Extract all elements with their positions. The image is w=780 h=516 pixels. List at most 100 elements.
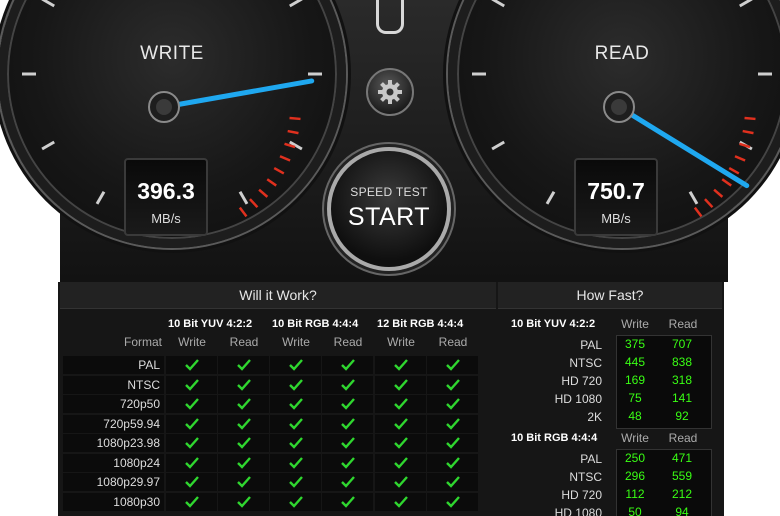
how-fast-read-header: Read xyxy=(668,431,698,445)
check-icon xyxy=(236,456,251,469)
how-fast-write-value: 169 xyxy=(618,372,652,389)
how-fast-write-value: 112 xyxy=(618,486,652,503)
compatibility-cell xyxy=(375,453,426,472)
format-label: PAL xyxy=(63,356,164,374)
write-redline-tick xyxy=(279,155,291,162)
compatibility-cell xyxy=(427,375,478,394)
compatibility-cell xyxy=(375,356,426,374)
compatibility-cell xyxy=(322,492,373,511)
how-fast-write-value: 375 xyxy=(618,336,652,353)
check-icon xyxy=(184,437,199,449)
check-icon xyxy=(184,417,199,430)
format-label: 1080p23.98 xyxy=(63,434,164,452)
check-icon xyxy=(393,495,408,508)
how-fast-write-header: Write xyxy=(621,431,649,445)
write-gauge-title: WRITE xyxy=(140,43,204,64)
will-it-work-title: Will it Work? xyxy=(60,282,496,309)
how-fast-row-label: HD 720 xyxy=(561,488,602,502)
compatibility-cell xyxy=(166,473,217,491)
check-icon xyxy=(184,495,199,508)
read-redline-tick xyxy=(704,198,714,209)
write-redline-tick xyxy=(289,116,301,121)
check-icon xyxy=(340,398,355,410)
compatibility-cell xyxy=(270,375,321,394)
check-icon xyxy=(340,476,355,488)
write-readout: 396.3 MB/s xyxy=(124,158,208,236)
read-redline-tick xyxy=(713,188,724,198)
write-major-tick xyxy=(41,0,55,8)
format-header: Format xyxy=(123,335,162,349)
how-fast-write-value: 250 xyxy=(618,450,652,467)
read-redline-tick xyxy=(742,129,754,135)
how-fast-write-value: 296 xyxy=(618,468,652,485)
will-work-group-header: 10 Bit YUV 4:2:2 xyxy=(168,318,253,330)
how-fast-read-value: 94 xyxy=(665,504,699,516)
compatibility-cell xyxy=(375,395,426,413)
how-fast-row-label: 2K xyxy=(587,410,602,424)
write-needle xyxy=(161,78,315,110)
how-fast-read-value: 212 xyxy=(665,486,699,503)
how-fast-row-label: HD 1080 xyxy=(554,506,602,516)
how-fast-row-label: NTSC xyxy=(569,470,602,484)
read-major-tick xyxy=(688,191,699,205)
check-icon xyxy=(393,476,408,488)
compatibility-cell xyxy=(427,356,478,374)
check-icon xyxy=(340,456,355,469)
compatibility-cell xyxy=(375,434,426,452)
check-icon xyxy=(445,398,460,410)
check-icon xyxy=(288,495,303,508)
read-hub-cap xyxy=(611,99,627,115)
how-fast-read-value: 141 xyxy=(665,390,699,407)
compatibility-cell xyxy=(166,414,217,433)
compatibility-cell xyxy=(270,473,321,491)
how-fast-row-label: PAL xyxy=(580,338,602,352)
check-icon xyxy=(288,476,303,488)
check-icon xyxy=(340,495,355,508)
write-redline-tick xyxy=(287,129,299,135)
will-work-read-header: Read xyxy=(333,335,363,349)
how-fast-read-value: 707 xyxy=(665,336,699,353)
check-icon xyxy=(184,398,199,410)
check-icon xyxy=(184,378,199,391)
logo-mark xyxy=(376,0,404,34)
check-icon xyxy=(445,476,460,488)
check-icon xyxy=(393,378,408,391)
read-major-tick xyxy=(739,0,753,8)
compatibility-cell xyxy=(322,414,373,433)
check-icon xyxy=(184,456,199,469)
check-icon xyxy=(236,495,251,508)
check-icon xyxy=(340,378,355,391)
how-fast-write-value: 75 xyxy=(618,390,652,407)
write-major-tick xyxy=(238,191,249,205)
compatibility-cell xyxy=(375,473,426,491)
check-icon xyxy=(445,495,460,508)
settings-button[interactable] xyxy=(366,68,414,116)
read-redline-tick xyxy=(739,142,751,149)
check-icon xyxy=(445,456,460,469)
read-redline-tick xyxy=(734,155,746,162)
format-label: 1080p24 xyxy=(63,453,164,472)
compatibility-cell xyxy=(166,434,217,452)
start-speed-test-button[interactable]: SPEED TEST START xyxy=(327,147,451,271)
will-work-read-header: Read xyxy=(229,335,259,349)
read-major-tick xyxy=(491,0,505,8)
compatibility-cell xyxy=(427,414,478,433)
check-icon xyxy=(236,359,251,371)
compatibility-cell xyxy=(166,492,217,511)
format-label: 720p59.94 xyxy=(63,414,164,433)
how-fast-read-value: 838 xyxy=(665,354,699,371)
compatibility-cell xyxy=(166,395,217,413)
compatibility-cell xyxy=(218,434,269,452)
read-gauge-title: READ xyxy=(594,43,650,64)
check-icon xyxy=(236,417,251,430)
check-icon xyxy=(288,398,303,410)
compatibility-cell xyxy=(218,395,269,413)
compatibility-cell xyxy=(427,473,478,491)
check-icon xyxy=(236,476,251,488)
read-major-tick xyxy=(545,191,556,205)
will-work-write-header: Write xyxy=(178,335,206,349)
write-speed-value: 396.3 xyxy=(137,178,195,204)
how-fast-row-label: PAL xyxy=(580,452,602,466)
how-fast-group-header: 10 Bit YUV 4:2:2 xyxy=(511,318,596,330)
check-icon xyxy=(184,359,199,371)
